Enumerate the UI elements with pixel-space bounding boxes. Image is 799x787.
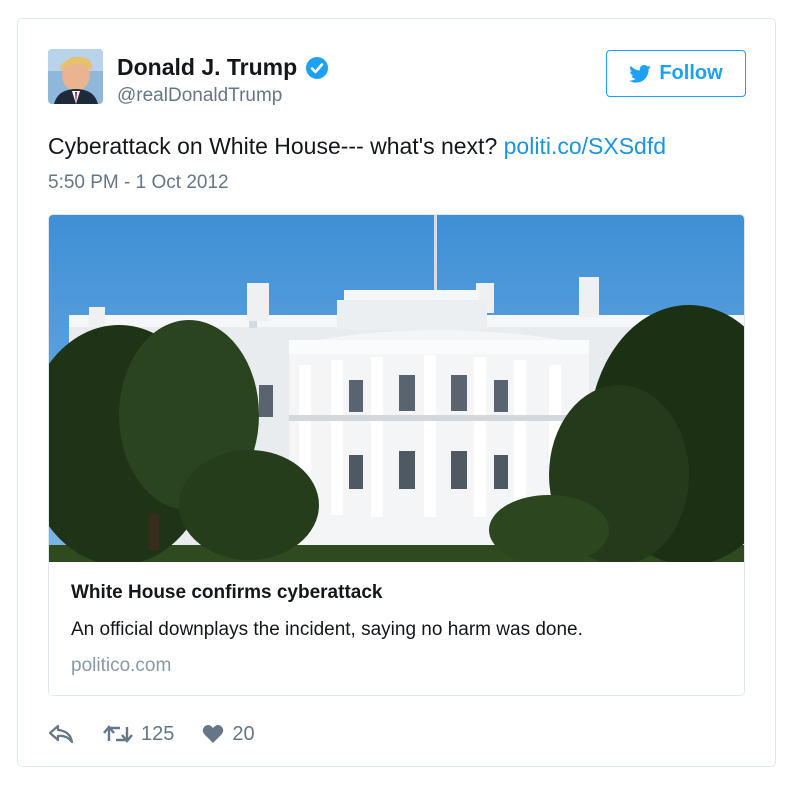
twitter-bird-icon [629,64,652,83]
card-image [49,215,744,562]
reply-button[interactable] [48,724,78,744]
tweet-body: Cyberattack on White House--- what's nex… [48,133,498,159]
author-name[interactable]: Donald J. Trump [117,54,297,81]
follow-label: Follow [659,62,723,84]
tweet-link[interactable]: politi.co/SXSdfd [504,133,666,159]
retweet-icon [103,725,133,743]
avatar[interactable] [48,49,103,104]
follow-button[interactable]: Follow [606,50,746,97]
card-title: White House confirms cyberattack [71,582,383,603]
card-description: An official downplays the incident, sayi… [71,619,583,640]
heart-icon [203,725,224,743]
author-handle[interactable]: @realDonaldTrump [117,85,282,107]
like-count: 20 [232,722,255,745]
link-preview-card[interactable]: White House confirms cyberattack An offi… [48,214,745,696]
reply-icon [48,724,74,744]
tweet-text: Cyberattack on White House--- what's nex… [48,133,666,160]
retweet-count: 125 [141,722,175,745]
like-button[interactable]: 20 [202,722,255,746]
verified-icon [306,56,329,79]
tweet-card: Donald J. Trump @realDonaldTrump Follow … [17,18,776,767]
tweet-timestamp[interactable]: 5:50 PM - 1 Oct 2012 [48,172,229,194]
retweet-button[interactable]: 125 [103,723,174,746]
author-name-row[interactable]: Donald J. Trump [117,54,329,81]
card-domain: politico.com [71,655,172,676]
tweet-actions: 125 20 [48,719,255,749]
